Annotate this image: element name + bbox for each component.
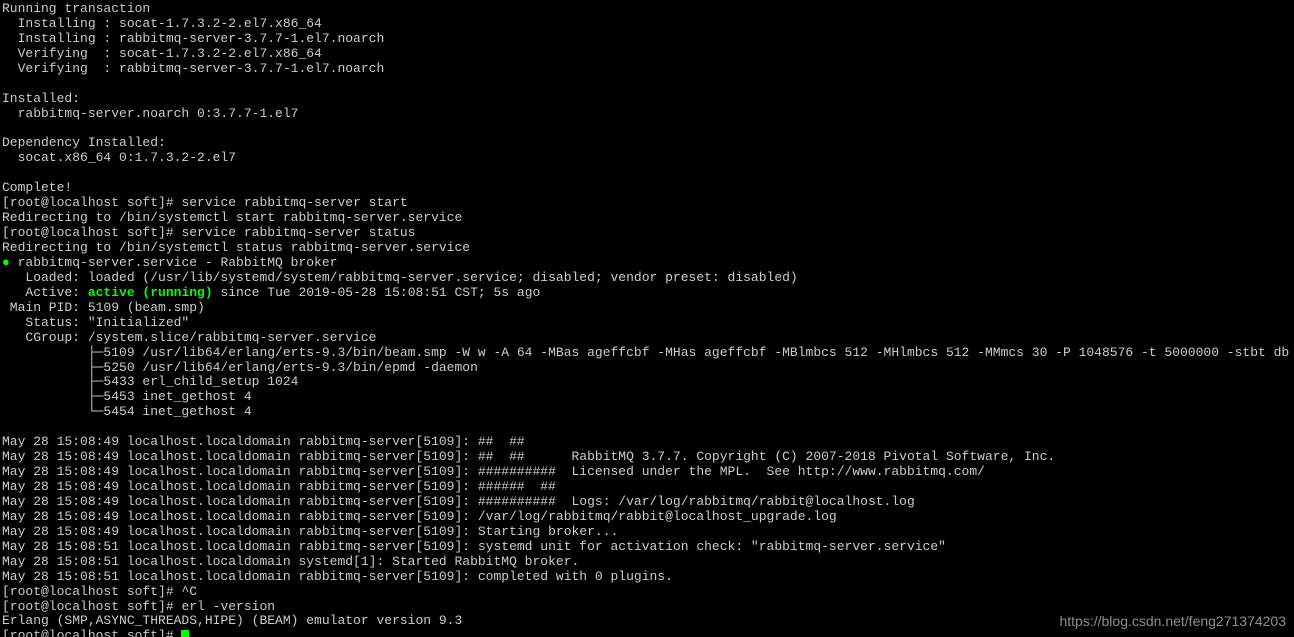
terminal-line: ├─5109 /usr/lib64/erlang/erts-9.3/bin/be… — [2, 346, 1294, 361]
status-dot-icon: ● — [2, 255, 10, 270]
terminal-line — [2, 77, 1294, 92]
terminal-line: rabbitmq-server.noarch 0:3.7.7-1.el7 — [2, 107, 1294, 122]
terminal-line: May 28 15:08:49 localhost.localdomain ra… — [2, 435, 1294, 450]
shell-command: ^C — [181, 584, 197, 599]
terminal-line: Main PID: 5109 (beam.smp) — [2, 301, 1294, 316]
terminal-line: Verifying : socat-1.7.3.2-2.el7.x86_64 — [2, 47, 1294, 62]
terminal-line: [root@localhost soft]# service rabbitmq-… — [2, 196, 1294, 211]
terminal-line: May 28 15:08:51 localhost.localdomain ra… — [2, 540, 1294, 555]
terminal-line: ├─5250 /usr/lib64/erlang/erts-9.3/bin/ep… — [2, 361, 1294, 376]
shell-command: service rabbitmq-server status — [181, 225, 415, 240]
terminal-line: [root@localhost soft]# service rabbitmq-… — [2, 226, 1294, 241]
terminal-line — [2, 166, 1294, 181]
terminal-line: Status: "Initialized" — [2, 316, 1294, 331]
terminal-line: May 28 15:08:49 localhost.localdomain ra… — [2, 510, 1294, 525]
terminal-line: Installed: — [2, 92, 1294, 107]
active-status: active (running) — [88, 285, 213, 300]
terminal-line: ├─5433 erl_child_setup 1024 — [2, 375, 1294, 390]
terminal-line: Redirecting to /bin/systemctl start rabb… — [2, 211, 1294, 226]
terminal-line: Active: active (running) since Tue 2019-… — [2, 286, 1294, 301]
watermark-text: https://blog.csdn.net/feng271374203 — [1059, 613, 1286, 629]
cursor-icon — [181, 630, 189, 637]
terminal-line: Running transaction — [2, 2, 1294, 17]
shell-prompt: [root@localhost soft]# — [2, 584, 181, 599]
terminal-line — [2, 122, 1294, 137]
terminal-line: [root@localhost soft]# ^C — [2, 585, 1294, 600]
terminal-line: May 28 15:08:49 localhost.localdomain ra… — [2, 525, 1294, 540]
shell-command: erl -version — [181, 599, 275, 614]
active-since: since Tue 2019-05-28 15:08:51 CST; 5s ag… — [213, 285, 541, 300]
terminal-line: May 28 15:08:49 localhost.localdomain ra… — [2, 450, 1294, 465]
terminal-line: Installing : rabbitmq-server-3.7.7-1.el7… — [2, 32, 1294, 47]
terminal-line: └─5454 inet_gethost 4 — [2, 405, 1294, 420]
terminal-line: Complete! — [2, 181, 1294, 196]
terminal-line: May 28 15:08:51 localhost.localdomain ra… — [2, 570, 1294, 585]
active-label: Active: — [2, 285, 88, 300]
terminal-line: May 28 15:08:51 localhost.localdomain sy… — [2, 555, 1294, 570]
terminal-line: [root@localhost soft]# — [2, 629, 1294, 637]
shell-prompt: [root@localhost soft]# — [2, 225, 181, 240]
shell-command: service rabbitmq-server start — [181, 195, 407, 210]
shell-prompt: [root@localhost soft]# — [2, 599, 181, 614]
terminal-line: May 28 15:08:49 localhost.localdomain ra… — [2, 465, 1294, 480]
terminal-line — [2, 420, 1294, 435]
terminal-line: Loaded: loaded (/usr/lib/systemd/system/… — [2, 271, 1294, 286]
terminal-line: Installing : socat-1.7.3.2-2.el7.x86_64 — [2, 17, 1294, 32]
terminal-line: CGroup: /system.slice/rabbitmq-server.se… — [2, 331, 1294, 346]
terminal-line: May 28 15:08:49 localhost.localdomain ra… — [2, 480, 1294, 495]
shell-prompt: [root@localhost soft]# — [2, 628, 181, 637]
terminal-line: ● rabbitmq-server.service - RabbitMQ bro… — [2, 256, 1294, 271]
terminal-output[interactable]: Running transaction Installing : socat-1… — [0, 0, 1294, 637]
shell-prompt: [root@localhost soft]# — [2, 195, 181, 210]
service-name: rabbitmq-server.service - RabbitMQ broke… — [10, 255, 338, 270]
terminal-line: Dependency Installed: — [2, 136, 1294, 151]
terminal-line: ├─5453 inet_gethost 4 — [2, 390, 1294, 405]
terminal-line: socat.x86_64 0:1.7.3.2-2.el7 — [2, 151, 1294, 166]
terminal-line: Verifying : rabbitmq-server-3.7.7-1.el7.… — [2, 62, 1294, 77]
terminal-line: May 28 15:08:49 localhost.localdomain ra… — [2, 495, 1294, 510]
terminal-line: Redirecting to /bin/systemctl status rab… — [2, 241, 1294, 256]
